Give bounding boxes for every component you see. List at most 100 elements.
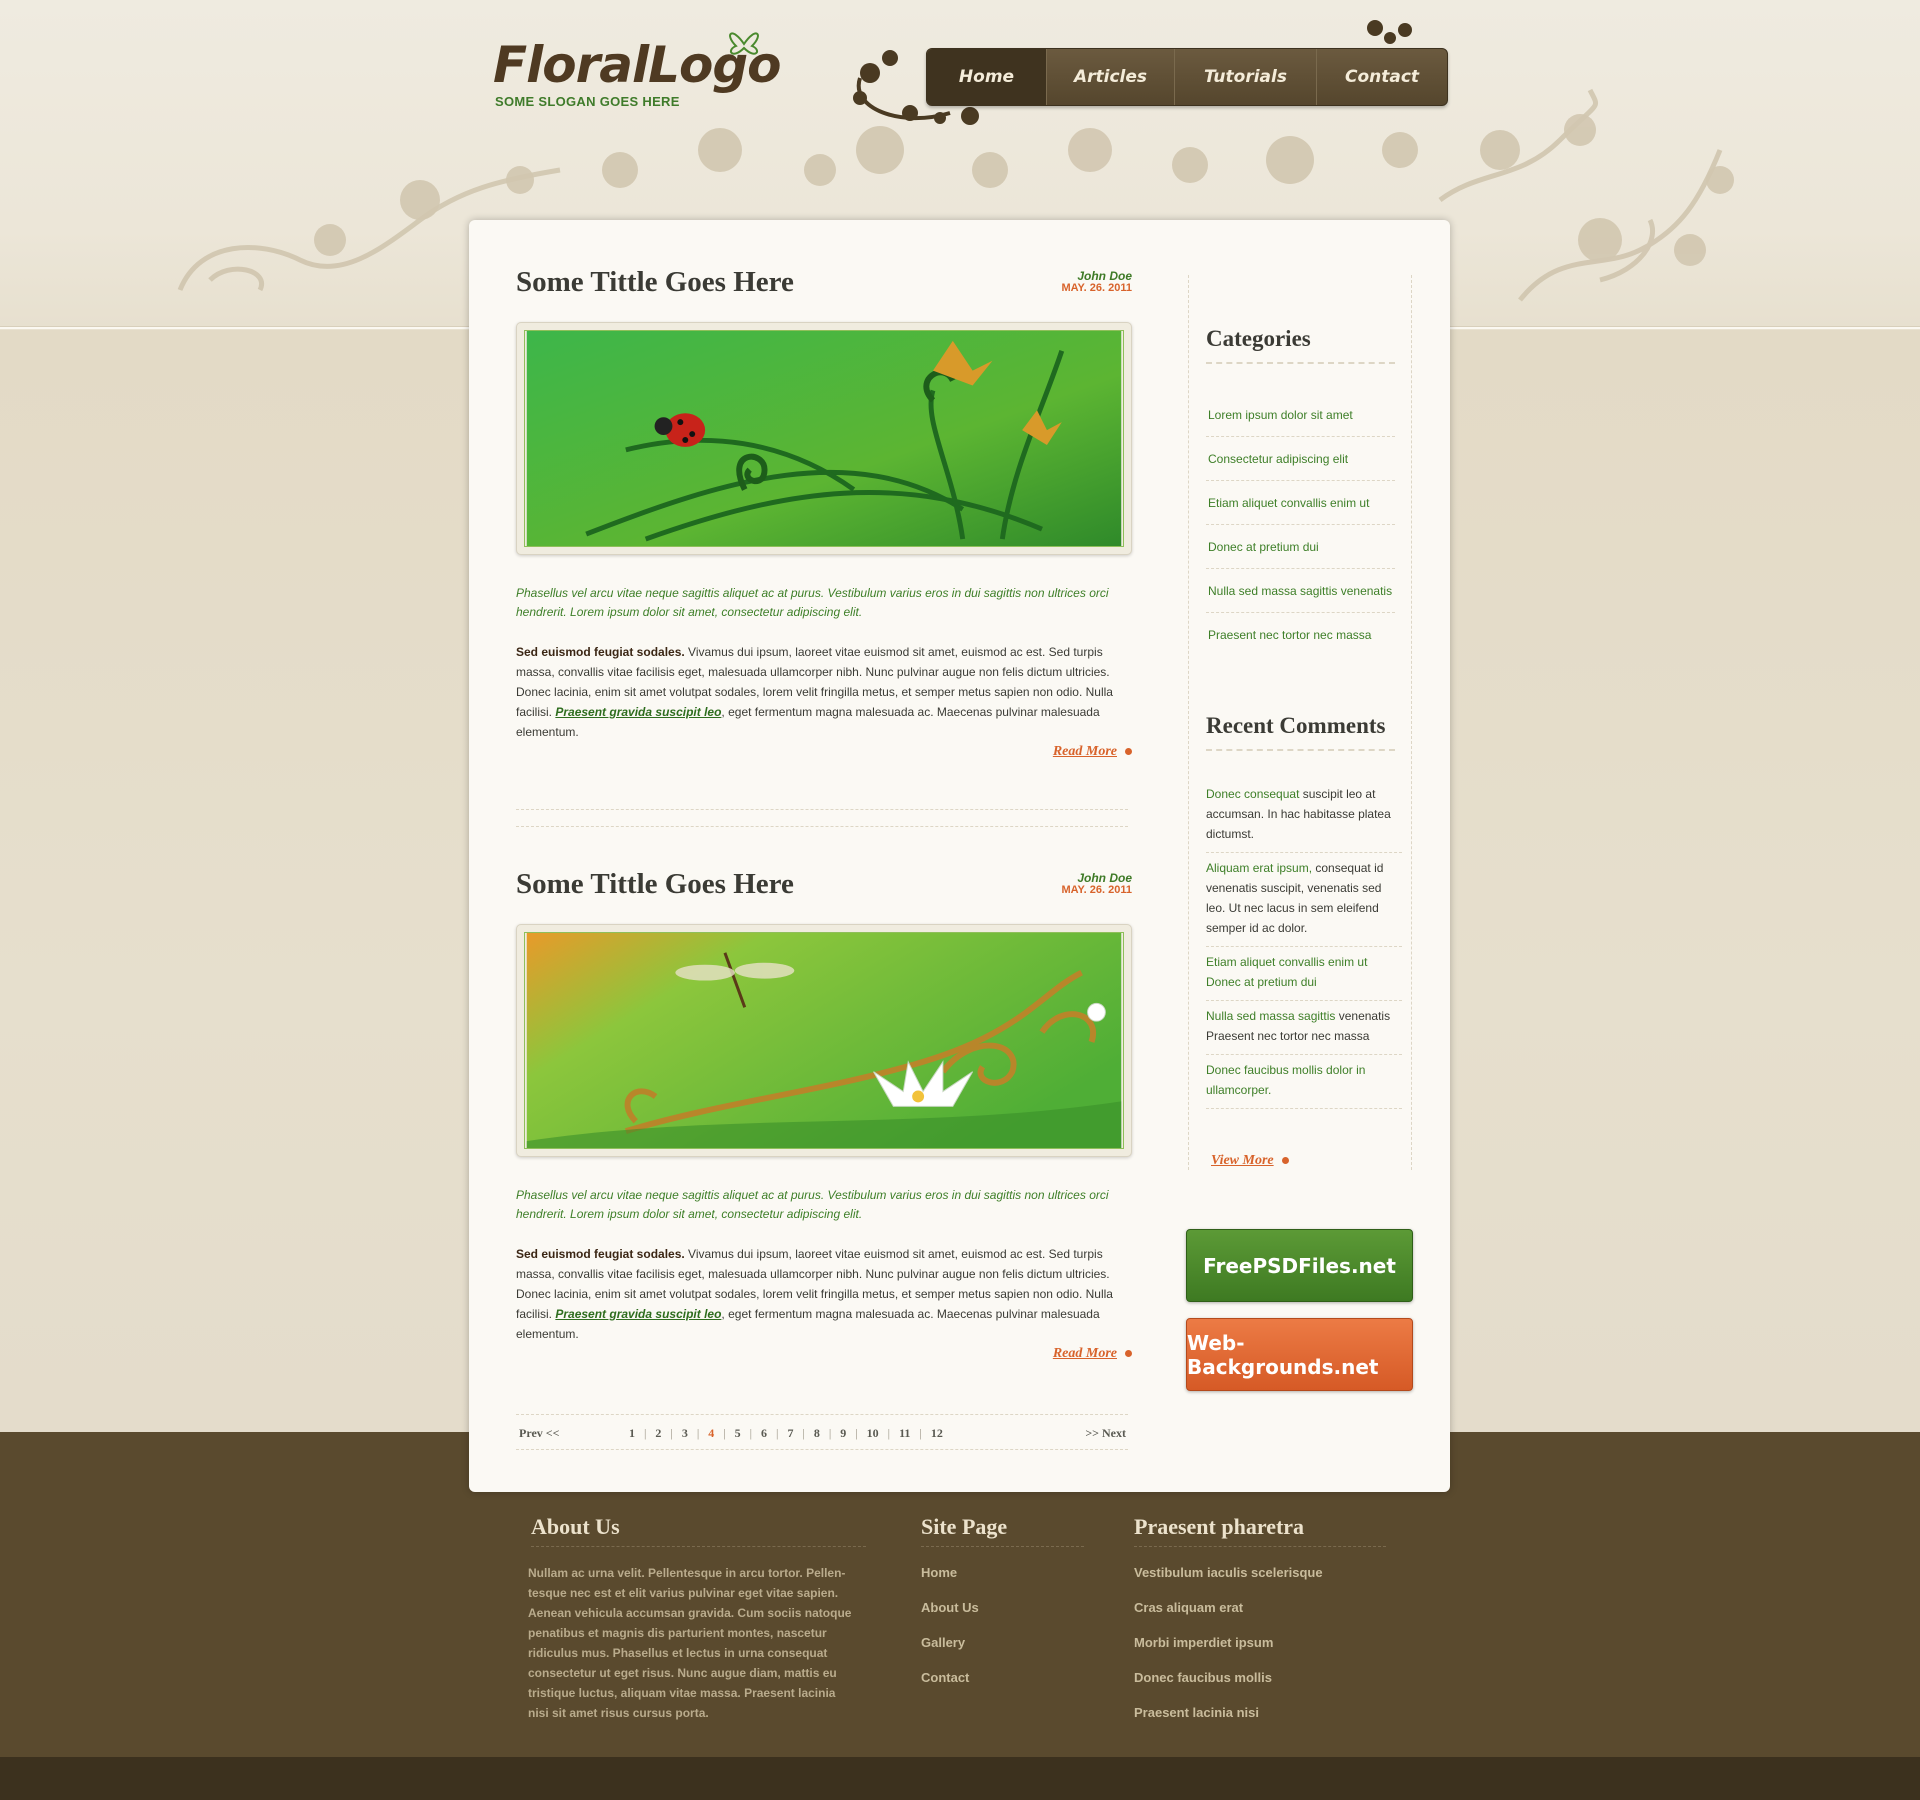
read-more-label: Read More	[1052, 744, 1117, 759]
ladybug-grass-illustration-icon	[524, 330, 1124, 547]
web-backgrounds-banner[interactable]: Web-Backgrounds.net	[1186, 1318, 1413, 1391]
footer-extra-link[interactable]: Praesent lacinia nisi	[1134, 1703, 1323, 1738]
post-title[interactable]: Some Tittle Goes Here	[516, 266, 794, 299]
comment-highlight[interactable]: Donec consequat	[1206, 787, 1299, 801]
comment-item: Donec consequat suscipit leo at accumsan…	[1206, 779, 1402, 853]
comment-item: Aliquam erat ipsum, consequat id venenat…	[1206, 853, 1402, 947]
post-author[interactable]: John Doe	[1077, 871, 1132, 885]
post-body-link[interactable]: Praesent gravida suscipit leo	[555, 705, 721, 719]
nav-articles[interactable]: Articles	[1047, 49, 1175, 105]
nav-tutorials[interactable]: Tutorials	[1175, 49, 1317, 105]
category-item[interactable]: Lorem ipsum dolor sit amet	[1206, 393, 1395, 437]
category-item[interactable]: Praesent nec tortor nec massa	[1206, 613, 1395, 657]
post-body-link[interactable]: Praesent gravida suscipit leo	[555, 1307, 721, 1321]
pagination-separator: |	[776, 1426, 779, 1440]
category-item[interactable]: Donec at pretium dui	[1206, 525, 1395, 569]
pagination-separator: |	[696, 1426, 700, 1440]
pagination-page[interactable]: 3	[678, 1426, 692, 1441]
pagination-page[interactable]: 6	[757, 1426, 771, 1441]
categories-list: Lorem ipsum dolor sit amet Consectetur ad…	[1206, 393, 1395, 657]
butterfly-icon	[729, 32, 759, 55]
pagination-separator: |	[919, 1426, 922, 1440]
footer-extra-link[interactable]: Vestibulum iaculis scelerisque	[1134, 1563, 1323, 1598]
post-author[interactable]: John Doe	[1077, 269, 1132, 283]
pagination-page[interactable]: 9	[836, 1426, 850, 1441]
post-body: Sed euismod feugiat sodales. Vivamus dui…	[516, 1244, 1132, 1344]
read-more-label: Read More	[1052, 1346, 1117, 1361]
pagination-separator: |	[887, 1426, 891, 1440]
recent-comments-list: Donec consequat suscipit leo at accumsan…	[1206, 779, 1402, 1109]
pagination: Prev << 1 | 2 | 3 | 4 | 5 | 6 | 7 | 8 | 9 | 10 | 11 | 12 >> Ne…	[516, 1414, 1128, 1450]
pagination-page[interactable]: 1	[625, 1426, 639, 1441]
footer-site-title: Site Page	[921, 1514, 1084, 1547]
post-image[interactable]	[516, 322, 1132, 555]
footer-extra-link[interactable]: Morbi imperdiet ipsum	[1134, 1633, 1323, 1668]
comment-highlight[interactable]: Donec faucibus mollis dolor in ullamcorp…	[1206, 1063, 1365, 1097]
post-date: MAY. 26. 2011	[1061, 884, 1132, 896]
post-image[interactable]	[516, 924, 1132, 1157]
footer-about-title: About Us	[531, 1514, 866, 1547]
category-item[interactable]: Etiam aliquet convallis enim ut	[1206, 481, 1395, 525]
comment-item: Donec faucibus mollis dolor in ullamcorp…	[1206, 1055, 1402, 1109]
pagination-page[interactable]: 10	[863, 1426, 883, 1441]
category-item[interactable]: Nulla sed massa sagittis venenatis	[1206, 569, 1395, 613]
pagination-separator: |	[855, 1426, 858, 1440]
pagination-separator: |	[644, 1426, 647, 1440]
pagination-separator: |	[802, 1426, 805, 1440]
main-navigation: Home Articles Tutorials Contact	[926, 48, 1448, 106]
view-more-label: View More	[1211, 1153, 1274, 1168]
nav-home[interactable]: Home	[927, 49, 1047, 105]
pagination-page[interactable]: 8	[810, 1426, 824, 1441]
view-more-link[interactable]: View More	[1211, 1153, 1289, 1169]
post-body-lead: Sed euismod feugiat sodales.	[516, 1247, 685, 1261]
footer-site-link[interactable]: Home	[921, 1563, 979, 1598]
recent-comments-title: Recent Comments	[1206, 713, 1395, 751]
pagination-next[interactable]: >> Next	[1085, 1426, 1126, 1441]
read-more-link[interactable]: Read More	[1053, 744, 1132, 760]
footer-site-link[interactable]: About Us	[921, 1598, 979, 1633]
category-item[interactable]: Consectetur adipiscing elit	[1206, 437, 1395, 481]
pagination-separator: |	[723, 1426, 726, 1440]
post-date: MAY. 26. 2011	[1061, 282, 1132, 294]
post-intro: Phasellus vel arcu vitae neque sagittis …	[516, 586, 1109, 619]
footer-site-links: Home About Us Gallery Contact	[921, 1563, 979, 1703]
footer-extra-links: Vestibulum iaculis scelerisque Cras aliqu…	[1134, 1563, 1323, 1738]
post-title[interactable]: Some Tittle Goes Here	[516, 868, 794, 901]
post-body-lead: Sed euismod feugiat sodales.	[516, 645, 685, 659]
bullet-icon	[1281, 1157, 1289, 1165]
pagination-page[interactable]: 11	[895, 1426, 914, 1441]
footer-extra-link[interactable]: Cras aliquam erat	[1134, 1598, 1323, 1633]
bullet-icon	[1125, 748, 1132, 756]
comment-item: Nulla sed massa sagittis venenatis Praes…	[1206, 1001, 1402, 1055]
pagination-prev[interactable]: Prev <<	[519, 1426, 559, 1441]
pagination-separator: |	[749, 1426, 753, 1440]
footer-about-text: Nullam ac urna velit. Pellentesque in ar…	[528, 1566, 852, 1720]
pagination-page[interactable]: 4	[704, 1426, 718, 1441]
comment-highlight[interactable]: Nulla sed massa sagittis	[1206, 1009, 1335, 1023]
nav-contact[interactable]: Contact	[1317, 49, 1447, 105]
footer-extra-link[interactable]: Donec faucibus mollis	[1134, 1668, 1323, 1703]
pagination-separator: |	[828, 1426, 832, 1440]
pagination-page[interactable]: 2	[651, 1426, 665, 1441]
comment-highlight[interactable]: Etiam aliquet convallis enim ut Donec at…	[1206, 955, 1367, 989]
dragonfly-lotus-illustration-icon	[524, 932, 1124, 1149]
pagination-separator: |	[670, 1426, 673, 1440]
comment-item: Etiam aliquet convallis enim ut Donec at…	[1206, 947, 1402, 1001]
footer-site-link[interactable]: Gallery	[921, 1633, 979, 1668]
pagination-page[interactable]: 5	[731, 1426, 745, 1441]
sidebar: Categories Lorem ipsum dolor sit amet Con…	[1188, 275, 1412, 1170]
bullet-icon	[1125, 1350, 1132, 1358]
post-divider	[516, 809, 1128, 827]
pagination-pages: 1 | 2 | 3 | 4 | 5 | 6 | 7 | 8 | 9 | 10 | 11 | 12	[625, 1426, 947, 1441]
categories-title: Categories	[1206, 326, 1395, 364]
bottom-bar	[0, 1757, 1920, 1800]
pagination-page[interactable]: 12	[927, 1426, 947, 1441]
footer-site-link[interactable]: Contact	[921, 1668, 979, 1703]
site-slogan: SOME SLOGAN GOES HERE	[495, 94, 680, 109]
freepsdfiles-banner[interactable]: FreePSDFiles.net	[1186, 1229, 1413, 1302]
comment-highlight[interactable]: Aliquam erat ipsum,	[1206, 861, 1312, 875]
footer-extra-title: Praesent pharetra	[1134, 1514, 1386, 1547]
read-more-link[interactable]: Read More	[1053, 1346, 1132, 1362]
pagination-page[interactable]: 7	[783, 1426, 797, 1441]
blog-post: Some Tittle Goes Here John Doe MAY. 26. …	[516, 868, 1132, 1368]
